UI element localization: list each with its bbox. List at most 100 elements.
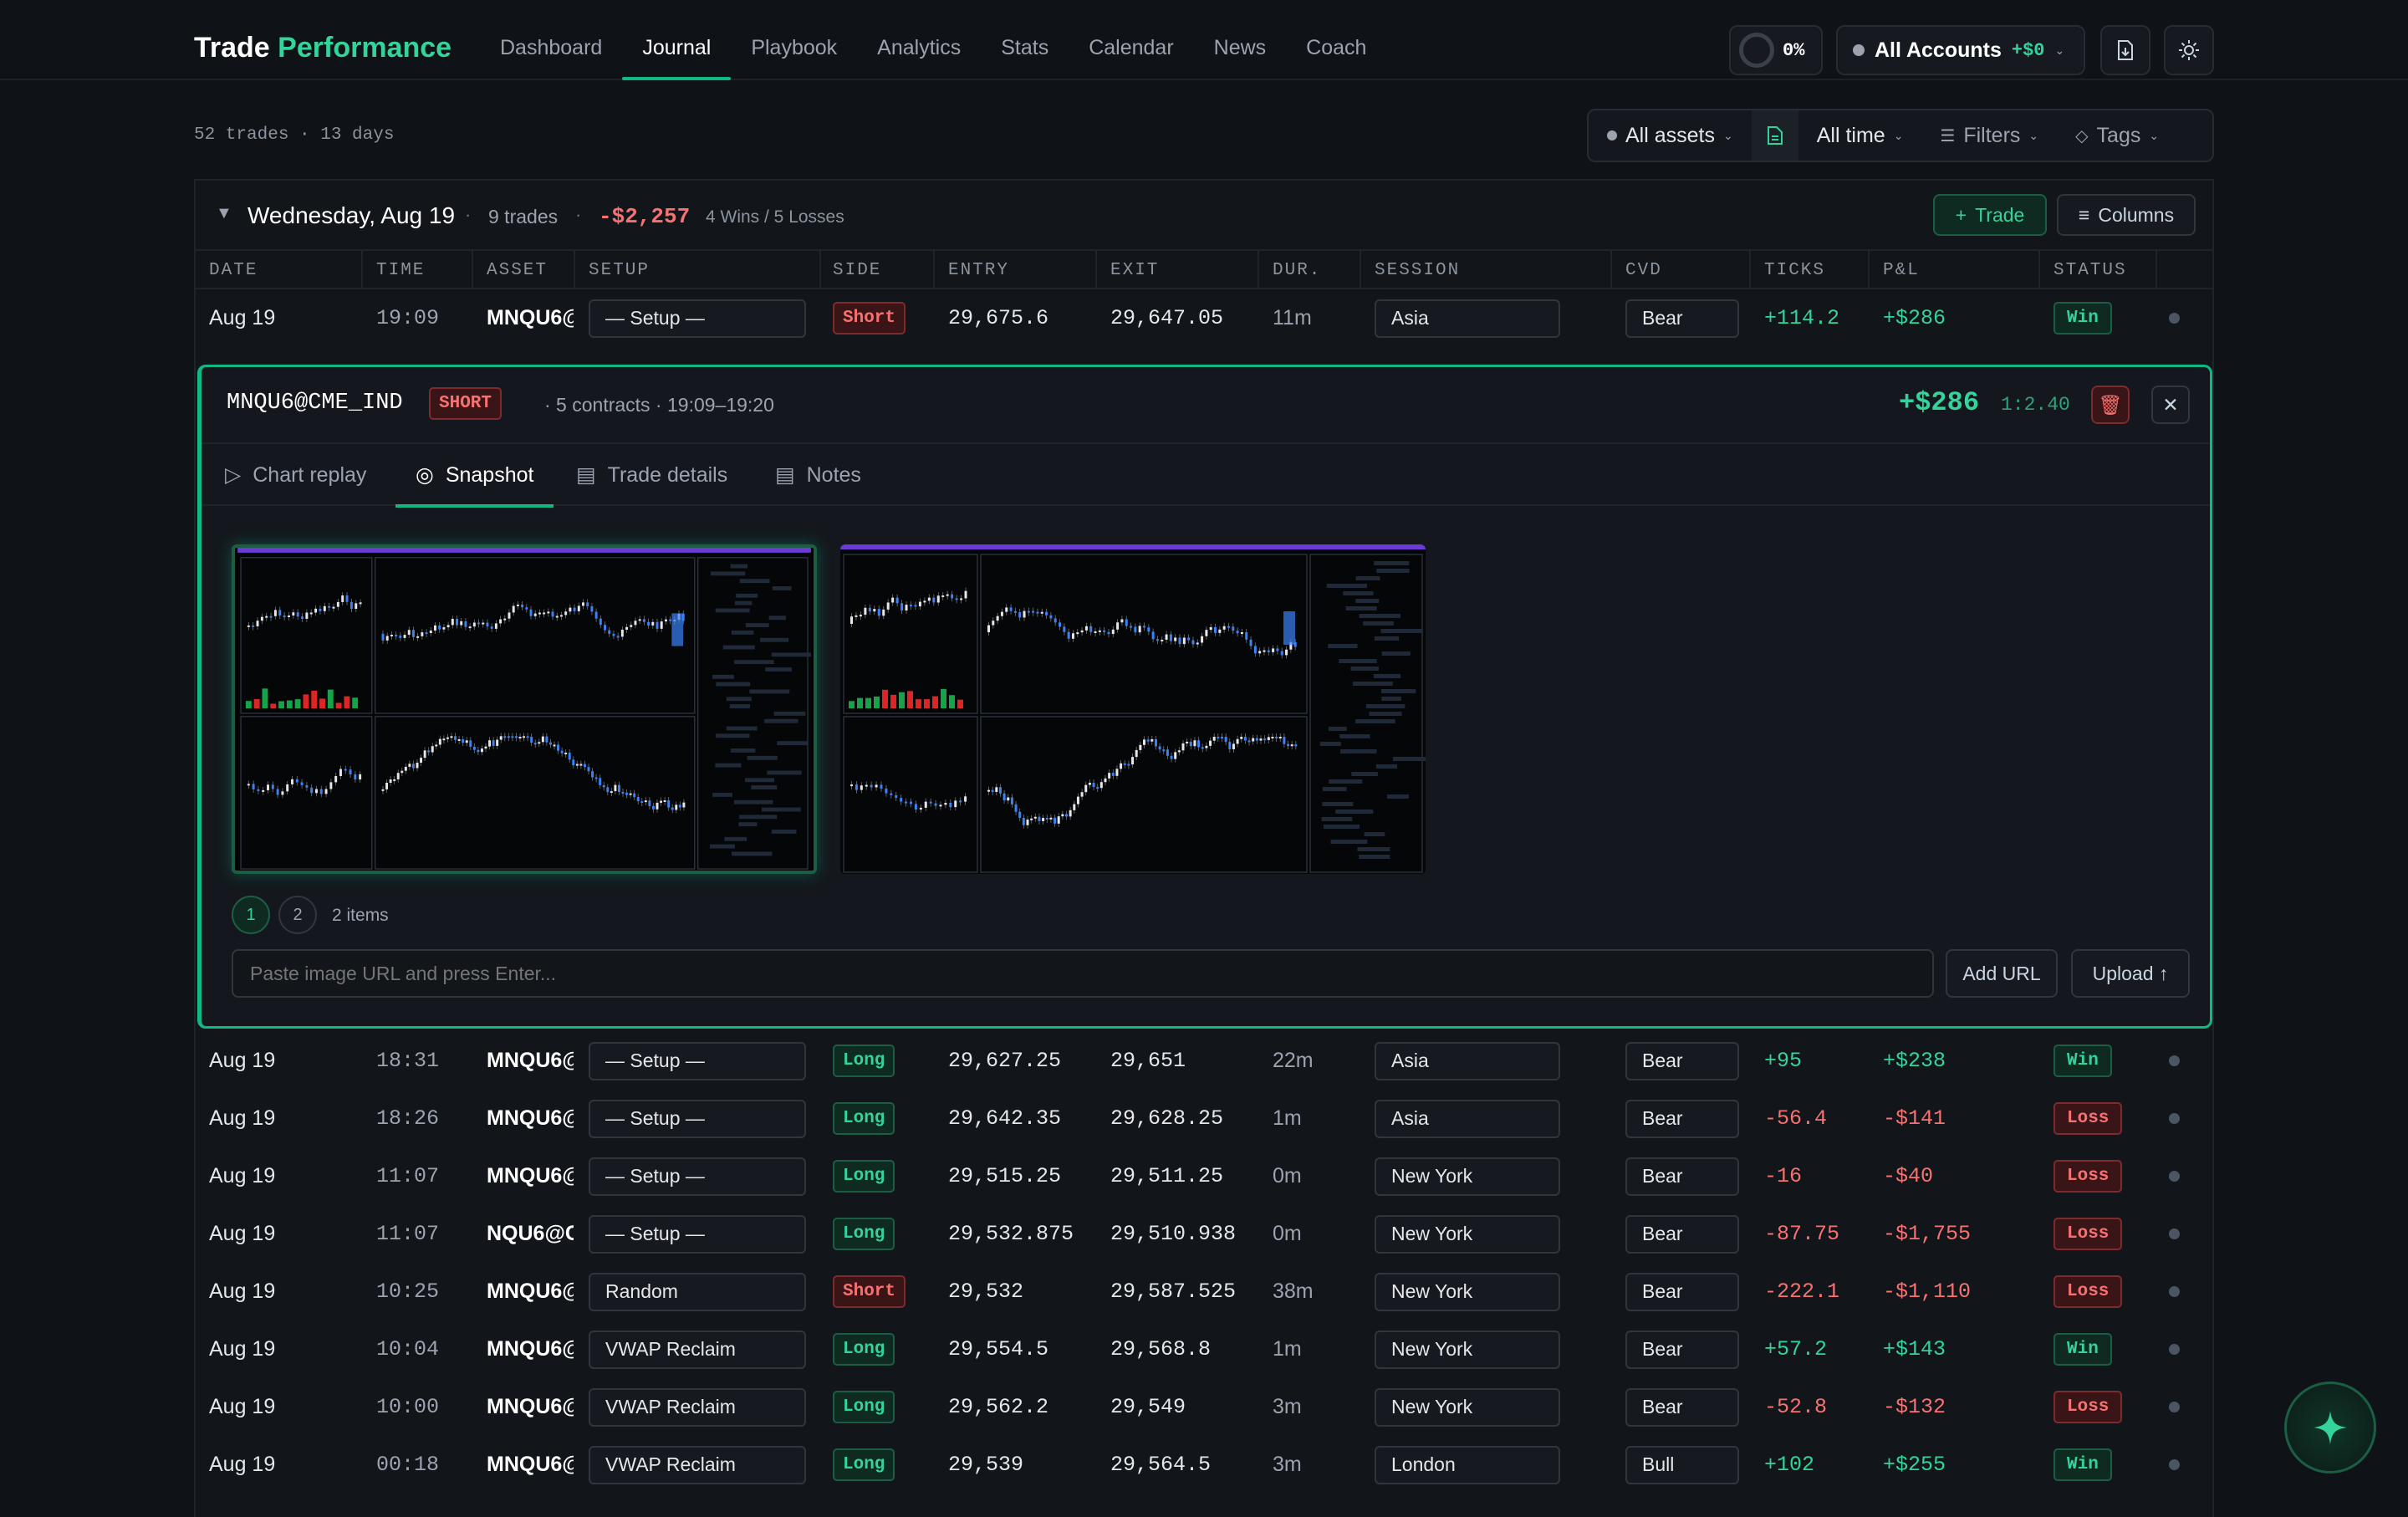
- trash-icon: 🗑: [2098, 393, 2123, 416]
- session-select[interactable]: New York: [1375, 1272, 1560, 1311]
- nav-journal[interactable]: Journal: [622, 0, 732, 80]
- cvd-select[interactable]: Bear: [1625, 1387, 1739, 1427]
- table-row[interactable]: Aug 19 10:25 MNQU6@ Random Short 29,532 …: [196, 1263, 2212, 1320]
- export-button[interactable]: [2100, 25, 2150, 75]
- col-pnl[interactable]: P&L: [1883, 261, 1920, 280]
- col-exit[interactable]: EXIT: [1110, 261, 1159, 280]
- col-ticks[interactable]: TICKS: [1764, 261, 1825, 280]
- table-row[interactable]: Aug 19 10:04 MNQU6@ VWAP Reclaim Long 29…: [196, 1320, 2212, 1378]
- cvd-select[interactable]: Bull: [1625, 1445, 1739, 1484]
- row-menu-dot[interactable]: [2169, 1459, 2180, 1470]
- col-time[interactable]: TIME: [376, 261, 425, 280]
- col-date[interactable]: DATE: [209, 261, 258, 280]
- session-select[interactable]: New York: [1375, 1214, 1560, 1254]
- assistant-fab[interactable]: [2284, 1382, 2376, 1474]
- tags-dropdown[interactable]: ◇ Tags ⌄: [2057, 110, 2177, 161]
- col-session[interactable]: SESSION: [1375, 261, 1460, 280]
- page-2-button[interactable]: 2: [278, 896, 317, 934]
- row-menu-dot[interactable]: [2169, 1344, 2180, 1355]
- table-row[interactable]: Aug 19 10:00 MNQU6@ VWAP Reclaim Long 29…: [196, 1378, 2212, 1436]
- nav-coach[interactable]: Coach: [1306, 0, 1366, 80]
- nav-calendar[interactable]: Calendar: [1089, 0, 1173, 80]
- row-menu-dot[interactable]: [2169, 1286, 2180, 1297]
- close-panel-button[interactable]: ✕: [2151, 386, 2190, 424]
- time-filter[interactable]: All time ⌄: [1798, 110, 1922, 161]
- accounts-dropdown[interactable]: All Accounts +$0 ⌄: [1836, 25, 2085, 75]
- add-url-button[interactable]: Add URL: [1946, 949, 2058, 998]
- cell-asset: MNQU6@: [487, 1395, 574, 1418]
- cvd-select[interactable]: Bear: [1625, 299, 1739, 338]
- col-setup[interactable]: SETUP: [589, 261, 650, 280]
- table-row[interactable]: Aug 19 18:26 MNQU6@ — Setup — Long 29,64…: [196, 1090, 2212, 1147]
- page-1-button[interactable]: 1: [232, 896, 270, 934]
- table-row[interactable]: Aug 19 19:09 MNQU6@ — Setup — Short 29,6…: [196, 289, 2212, 347]
- setup-select[interactable]: — Setup —: [589, 1214, 806, 1254]
- brand-logo[interactable]: Trade Performance: [194, 32, 452, 64]
- col-cvd[interactable]: CVD: [1625, 261, 1662, 280]
- cvd-select[interactable]: Bear: [1625, 1272, 1739, 1311]
- setup-select[interactable]: — Setup —: [589, 1099, 806, 1138]
- col-asset[interactable]: ASSET: [487, 261, 548, 280]
- setup-select[interactable]: — Setup —: [589, 1157, 806, 1196]
- upload-button[interactable]: Upload ↑: [2071, 949, 2190, 998]
- account-status-dot: [1853, 44, 1865, 56]
- session-select[interactable]: Asia: [1375, 1099, 1560, 1138]
- tab-snapshot[interactable]: ◎ Snapshot: [395, 444, 555, 508]
- setup-select[interactable]: — Setup —: [589, 1041, 806, 1080]
- side-badge: Long: [833, 1102, 895, 1135]
- row-menu-dot[interactable]: [2169, 1171, 2180, 1182]
- session-select[interactable]: Asia: [1375, 299, 1560, 338]
- session-select[interactable]: London: [1375, 1445, 1560, 1484]
- table-row[interactable]: Aug 19 11:07 NQU6@C — Setup — Long 29,53…: [196, 1205, 2212, 1263]
- setup-select[interactable]: VWAP Reclaim: [589, 1330, 806, 1369]
- setup-select[interactable]: — Setup —: [589, 299, 806, 338]
- table-row[interactable]: Aug 19 18:31 MNQU6@ — Setup — Long 29,62…: [196, 1032, 2212, 1090]
- setup-select[interactable]: VWAP Reclaim: [589, 1445, 806, 1484]
- session-select[interactable]: Asia: [1375, 1041, 1560, 1080]
- delete-trade-button[interactable]: 🗑: [2091, 386, 2130, 424]
- day-title: Wednesday, Aug 19: [247, 202, 456, 228]
- session-select[interactable]: New York: [1375, 1157, 1560, 1196]
- nav-analytics[interactable]: Analytics: [877, 0, 961, 80]
- col-side[interactable]: SIDE: [833, 261, 881, 280]
- table-row[interactable]: Aug 19 11:07 MNQU6@ — Setup — Long 29,51…: [196, 1147, 2212, 1205]
- setup-select[interactable]: Random: [589, 1272, 806, 1311]
- tab-trade-details[interactable]: ▤ Trade details: [576, 444, 727, 506]
- nav-dashboard[interactable]: Dashboard: [500, 0, 602, 80]
- columns-button[interactable]: ≡ Columns: [2057, 194, 2196, 236]
- col-entry[interactable]: ENTRY: [948, 261, 1009, 280]
- setup-select[interactable]: VWAP Reclaim: [589, 1387, 806, 1427]
- cvd-select[interactable]: Bear: [1625, 1214, 1739, 1254]
- filters-dropdown[interactable]: ☰ Filters ⌄: [1921, 110, 2057, 161]
- theme-toggle-button[interactable]: [2164, 25, 2214, 75]
- session-select[interactable]: New York: [1375, 1330, 1560, 1369]
- journal-view-button[interactable]: [1751, 110, 1798, 161]
- table-row[interactable]: Aug 19 00:18 MNQU6@ VWAP Reclaim Long 29…: [196, 1436, 2212, 1494]
- collapse-toggle-icon[interactable]: ▼: [216, 204, 232, 223]
- assets-filter[interactable]: All assets ⌄: [1589, 110, 1752, 161]
- row-menu-dot[interactable]: [2169, 1402, 2180, 1412]
- cell-asset: MNQU6@: [487, 1453, 574, 1476]
- cvd-select[interactable]: Bear: [1625, 1041, 1739, 1080]
- col-duration[interactable]: DUR.: [1273, 261, 1321, 280]
- tab-notes[interactable]: ▤ Notes: [775, 444, 861, 506]
- row-menu-dot[interactable]: [2169, 1055, 2180, 1066]
- nav-stats[interactable]: Stats: [1001, 0, 1048, 80]
- add-trade-button[interactable]: + Trade: [1933, 194, 2047, 236]
- image-url-input[interactable]: [232, 949, 1934, 998]
- row-menu-dot[interactable]: [2169, 313, 2180, 324]
- cvd-select[interactable]: Bear: [1625, 1157, 1739, 1196]
- tab-chart-replay[interactable]: ▷ Chart replay: [225, 444, 366, 506]
- row-menu-dot[interactable]: [2169, 1113, 2180, 1124]
- col-status[interactable]: STATUS: [2053, 261, 2127, 280]
- trade-detail-panel: MNQU6@CME_IND SHORT · 5 contracts · 19:0…: [197, 365, 2212, 1029]
- snapshot-thumbnail-2[interactable]: [840, 544, 1426, 874]
- cvd-select[interactable]: Bear: [1625, 1099, 1739, 1138]
- nav-news[interactable]: News: [1214, 0, 1267, 80]
- snapshot-thumbnail-1[interactable]: [232, 544, 817, 874]
- nav-playbook[interactable]: Playbook: [751, 0, 837, 80]
- row-menu-dot[interactable]: [2169, 1228, 2180, 1239]
- session-select[interactable]: New York: [1375, 1387, 1560, 1427]
- cvd-select[interactable]: Bear: [1625, 1330, 1739, 1369]
- progress-ring-widget[interactable]: 0%: [1729, 25, 1823, 75]
